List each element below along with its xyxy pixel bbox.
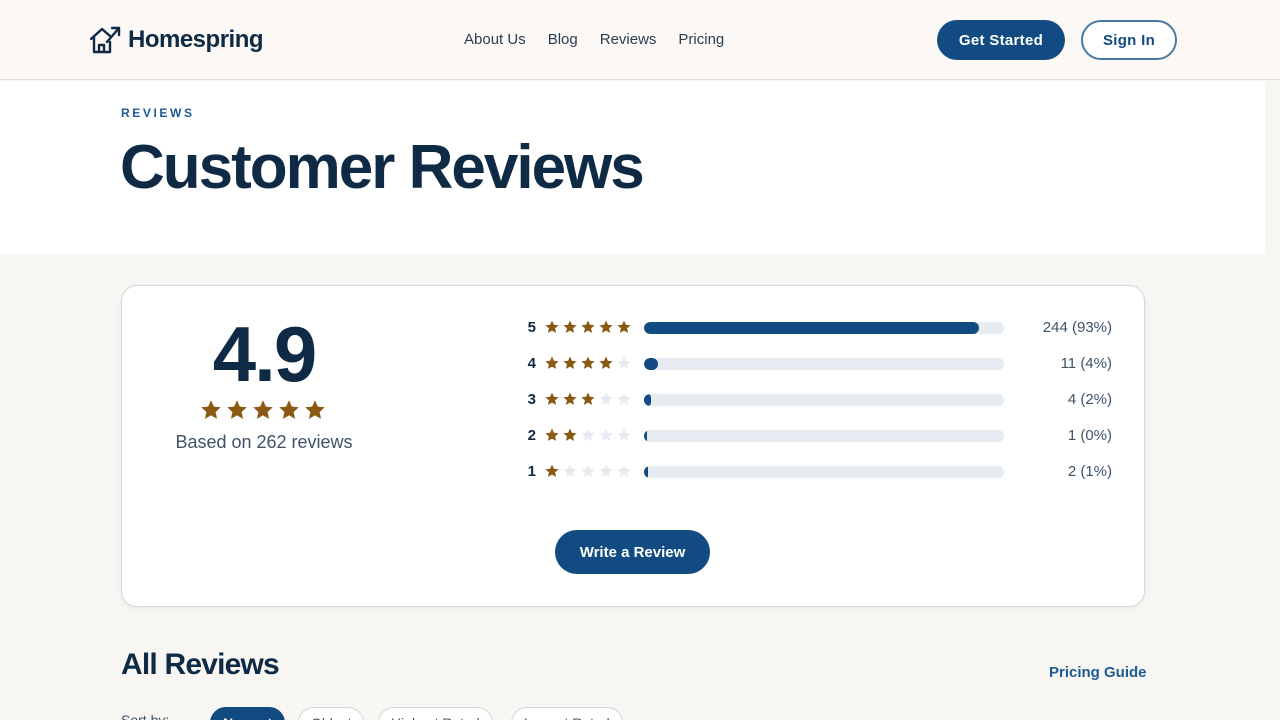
distribution-star-level: 3 [527,391,536,408]
star-icon [305,400,325,419]
distribution-stars [544,355,632,371]
distribution-count: 11 (4%) [1060,355,1112,372]
pricing-guide-link[interactable]: Pricing Guide [1049,664,1147,681]
review-count-text: Based on 262 reviews [175,432,353,452]
star-icon [581,320,595,333]
nav-pricing[interactable]: Pricing [678,31,724,48]
distribution-star-level: 1 [527,463,536,480]
distribution-count: 1 (0%) [1067,427,1112,444]
brand-name: Homespring [128,26,264,53]
sort-oldest-chip[interactable]: Oldest [298,707,365,720]
distribution-bar-track [644,430,1004,442]
distribution-bar-fill [644,394,652,406]
star-icon [545,464,559,477]
nav-reviews[interactable]: Reviews [600,31,657,48]
distribution-count: 2 (1%) [1067,463,1112,480]
distribution-row: 5 244 (93%) [520,316,1120,340]
star-icon [545,356,559,369]
star-icon [563,428,577,441]
star-icon [581,428,595,441]
star-icon [253,400,273,419]
distribution-row: 3 4 (2%) [520,388,1120,412]
distribution-bar-track [644,358,1004,370]
star-icon [581,356,595,369]
distribution-star-level: 5 [527,319,536,336]
star-icon [581,464,595,477]
star-icon [617,356,631,369]
star-icon [599,464,613,477]
sort-highest-rated-chip[interactable]: Highest Rated [378,707,493,720]
star-icon [599,356,613,369]
distribution-stars [544,391,632,407]
distribution-row: 1 2 (1%) [520,460,1120,484]
star-icon [599,320,613,333]
distribution-bar-track [644,466,1004,478]
distribution-bar-track [644,394,1004,406]
site-header: Homespring About Us Blog Reviews Pricing… [0,0,1280,80]
star-icon [545,392,559,405]
star-icon [617,392,631,405]
distribution-bar-fill [644,466,648,478]
star-icon [617,428,631,441]
distribution-stars [544,319,632,335]
nav-about-us[interactable]: About Us [464,31,526,48]
star-icon [545,428,559,441]
star-icon [201,400,221,419]
star-icon [563,392,577,405]
star-icon [279,400,299,419]
nav-blog[interactable]: Blog [548,31,578,48]
get-started-button[interactable]: Get Started [937,20,1065,60]
sign-in-button[interactable]: Sign In [1081,20,1177,60]
star-icon [563,464,577,477]
main-nav: About Us Blog Reviews Pricing [464,31,724,48]
star-icon [617,464,631,477]
brand-logo[interactable]: Homespring [88,24,264,56]
distribution-row: 2 1 (0%) [520,424,1120,448]
distribution-bar-track [644,322,1004,334]
star-icon [599,392,613,405]
star-icon [545,320,559,333]
distribution-row: 4 11 (4%) [520,352,1120,376]
house-logo-icon [89,26,121,54]
average-rating: 4.9 [212,310,317,398]
distribution-bar-fill [644,358,659,370]
distribution-star-level: 2 [527,427,536,444]
write-review-button[interactable]: Write a Review [555,530,710,574]
distribution-count: 4 (2%) [1067,391,1112,408]
average-stars [199,398,327,422]
distribution-stars [544,427,632,443]
distribution-star-level: 4 [527,355,536,372]
sort-newest-chip[interactable]: Newest [210,707,286,720]
section-eyebrow: REVIEWS [121,106,195,120]
star-icon [227,400,247,419]
distribution-bar-fill [644,322,979,334]
distribution-count: 244 (93%) [1042,319,1112,336]
distribution-bar-fill [644,430,647,442]
star-icon [563,320,577,333]
star-icon [599,428,613,441]
all-reviews-heading: All Reviews [121,648,280,681]
sort-lowest-rated-chip[interactable]: Lowest Rated [511,707,623,720]
star-icon [563,356,577,369]
distribution-stars [544,463,632,479]
sort-label: Sort by: [121,712,170,720]
star-icon [617,320,631,333]
star-icon [581,392,595,405]
page-title: Customer Reviews [120,133,645,202]
